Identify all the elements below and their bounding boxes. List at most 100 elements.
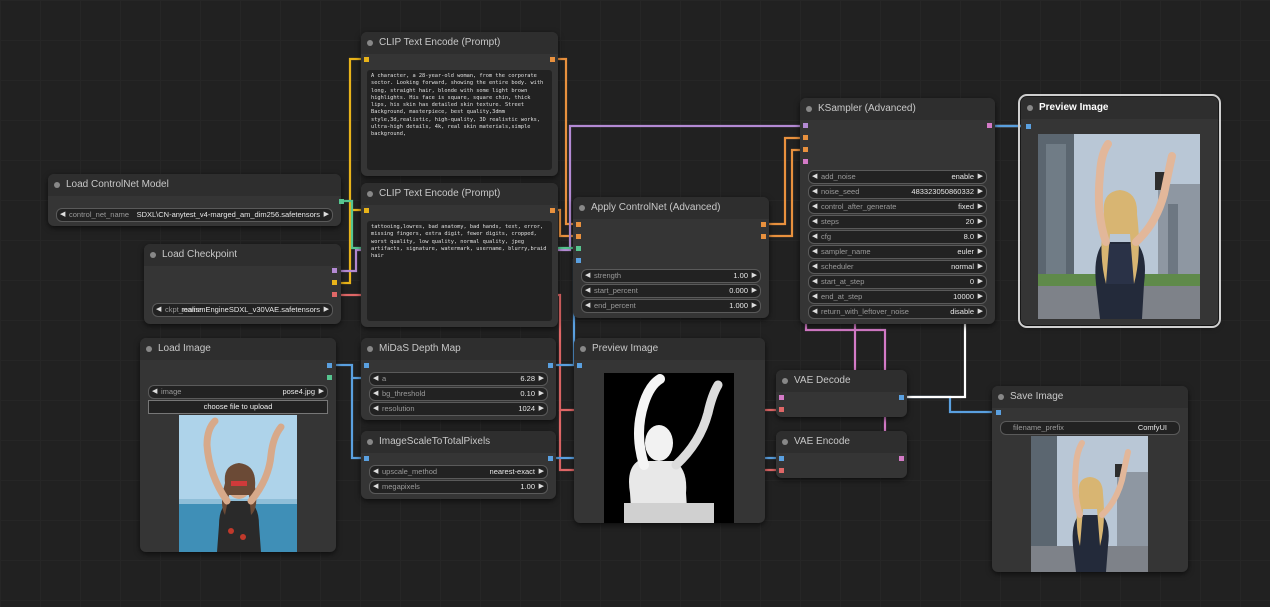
arrow-left-icon[interactable]: ◀ [812,306,817,318]
negative-input-slot[interactable] [803,147,808,152]
arrow-right-icon[interactable]: ▶ [978,216,983,228]
arrow-left-icon[interactable]: ◀ [373,466,378,478]
end-at-step-widget[interactable]: ◀ end_at_step 10000 ▶ [808,290,987,304]
bg-threshold-widget[interactable]: ◀ bg_threshold 0.10 ▶ [369,387,548,401]
collapse-dot[interactable] [806,106,812,112]
negative-input-slot[interactable] [576,234,581,239]
node-title-bar[interactable]: CLIP Text Encode (Prompt) [361,183,558,205]
node-title-bar[interactable]: ImageScaleToTotalPixels [361,431,556,453]
controlnet-output-slot[interactable] [339,199,344,204]
arrow-right-icon[interactable]: ▶ [324,209,329,221]
clip-input-slot[interactable] [364,57,369,62]
vae-input-slot[interactable] [779,407,784,412]
midas-depth-map-node[interactable]: MiDaS Depth Map ◀ a 6.28 ▶ ◀ bg_threshold 0.1… [361,338,556,420]
arrow-left-icon[interactable]: ◀ [373,481,378,493]
ksampler-advanced-node[interactable]: KSampler (Advanced) ◀ add_noise enable ▶ ◀ n… [800,98,995,324]
arrow-right-icon[interactable]: ▶ [978,291,983,303]
control-net-input-slot[interactable] [576,246,581,251]
arrow-left-icon[interactable]: ◀ [812,201,817,213]
arrow-right-icon[interactable]: ▶ [978,231,983,243]
collapse-dot[interactable] [782,439,788,445]
collapse-dot[interactable] [150,252,156,258]
clip-text-encode-negative-node[interactable]: CLIP Text Encode (Prompt) tattooing,lowr… [361,183,558,327]
arrow-left-icon[interactable]: ◀ [156,304,161,316]
clip-input-slot[interactable] [364,208,369,213]
collapse-dot[interactable] [998,394,1004,400]
arrow-right-icon[interactable]: ▶ [539,373,544,385]
load-image-node[interactable]: Load Image ◀ image pose4.jpg ▶ choose file … [140,338,336,552]
load-controlnet-node[interactable]: Load ControlNet Model ◀ control_net_name… [48,174,344,226]
save-image-node[interactable]: Save Image filename_prefix ComfyUI [992,386,1188,572]
start-percent-widget[interactable]: ◀ start_percent 0.000 ▶ [581,284,761,298]
latent-output-slot[interactable] [899,456,904,461]
image-select-widget[interactable]: ◀ image pose4.jpg ▶ [148,385,328,399]
images-input-slot[interactable] [996,410,1001,415]
arrow-left-icon[interactable]: ◀ [812,276,817,288]
steps-widget[interactable]: ◀ steps 20 ▶ [808,215,987,229]
apply-controlnet-node[interactable]: Apply ControlNet (Advanced) ◀ strength 1.0… [573,197,769,318]
conditioning-output-slot[interactable] [550,57,555,62]
mask-output-slot[interactable] [327,375,332,380]
vae-output-slot[interactable] [332,292,337,297]
vae-encode-node[interactable]: VAE Encode [776,431,907,478]
node-title-bar[interactable]: VAE Encode [776,431,907,453]
image-output-slot[interactable] [899,395,904,400]
samples-input-slot[interactable] [779,395,784,400]
node-title-bar[interactable]: CLIP Text Encode (Prompt) [361,32,558,54]
ckpt-name-widget[interactable]: ◀ ckpt_name realismEngineSDXL_v30VAE.saf… [152,303,333,317]
controlnet-name-widget[interactable]: ◀ control_net_name SDXL\CN-anytest_v4-ma… [56,208,333,222]
resolution-widget[interactable]: ◀ resolution 1024 ▶ [369,402,548,416]
megapixels-widget[interactable]: ◀ megapixels 1.00 ▶ [369,480,548,494]
collapse-dot[interactable] [367,346,373,352]
arrow-left-icon[interactable]: ◀ [812,231,817,243]
image-input-slot[interactable] [364,363,369,368]
prompt-textarea[interactable]: A character, a 28-year-old woman, from t… [367,70,552,170]
collapse-dot[interactable] [579,205,585,211]
negative-output-slot[interactable] [761,234,766,239]
arrow-left-icon[interactable]: ◀ [812,291,817,303]
arrow-right-icon[interactable]: ▶ [752,300,757,312]
image-input-slot[interactable] [364,456,369,461]
collapse-dot[interactable] [367,191,373,197]
start-at-step-widget[interactable]: ◀ start_at_step 0 ▶ [808,275,987,289]
node-title-bar[interactable]: MiDaS Depth Map [361,338,556,360]
node-title-bar[interactable]: KSampler (Advanced) [800,98,995,120]
node-title-bar[interactable]: Load ControlNet Model [48,174,341,196]
prompt-textarea[interactable]: tattooing,lowres, bad anatomy, bad hands… [367,221,552,321]
arrow-right-icon[interactable]: ▶ [539,481,544,493]
arrow-left-icon[interactable]: ◀ [585,285,590,297]
add-noise-widget[interactable]: ◀ add_noise enable ▶ [808,170,987,184]
arrow-right-icon[interactable]: ▶ [539,403,544,415]
image-output-slot[interactable] [548,456,553,461]
arrow-left-icon[interactable]: ◀ [152,386,157,398]
arrow-right-icon[interactable]: ▶ [978,276,983,288]
arrow-right-icon[interactable]: ▶ [978,171,983,183]
collapse-dot[interactable] [580,346,586,352]
scheduler-widget[interactable]: ◀ scheduler normal ▶ [808,260,987,274]
node-title-bar[interactable]: Preview Image [574,338,765,360]
upscale-method-widget[interactable]: ◀ upscale_method nearest-exact ▶ [369,465,548,479]
a-widget[interactable]: ◀ a 6.28 ▶ [369,372,548,386]
vae-input-slot[interactable] [779,468,784,473]
clip-output-slot[interactable] [332,280,337,285]
node-title-bar[interactable]: Preview Image [1021,97,1218,119]
arrow-right-icon[interactable]: ▶ [978,261,983,273]
collapse-dot[interactable] [1027,105,1033,111]
arrow-left-icon[interactable]: ◀ [585,300,590,312]
arrow-right-icon[interactable]: ▶ [978,201,983,213]
pixels-input-slot[interactable] [779,456,784,461]
collapse-dot[interactable] [782,378,788,384]
arrow-right-icon[interactable]: ▶ [324,304,329,316]
positive-output-slot[interactable] [761,222,766,227]
vae-decode-node[interactable]: VAE Decode [776,370,907,417]
model-input-slot[interactable] [803,123,808,128]
node-title-bar[interactable]: Apply ControlNet (Advanced) [573,197,769,219]
arrow-left-icon[interactable]: ◀ [60,209,65,221]
model-output-slot[interactable] [332,268,337,273]
node-title-bar[interactable]: Load Image [140,338,336,360]
images-input-slot[interactable] [1026,124,1031,129]
latent-input-slot[interactable] [803,159,808,164]
collapse-dot[interactable] [367,439,373,445]
image-output-slot[interactable] [327,363,332,368]
arrow-right-icon[interactable]: ▶ [319,386,324,398]
